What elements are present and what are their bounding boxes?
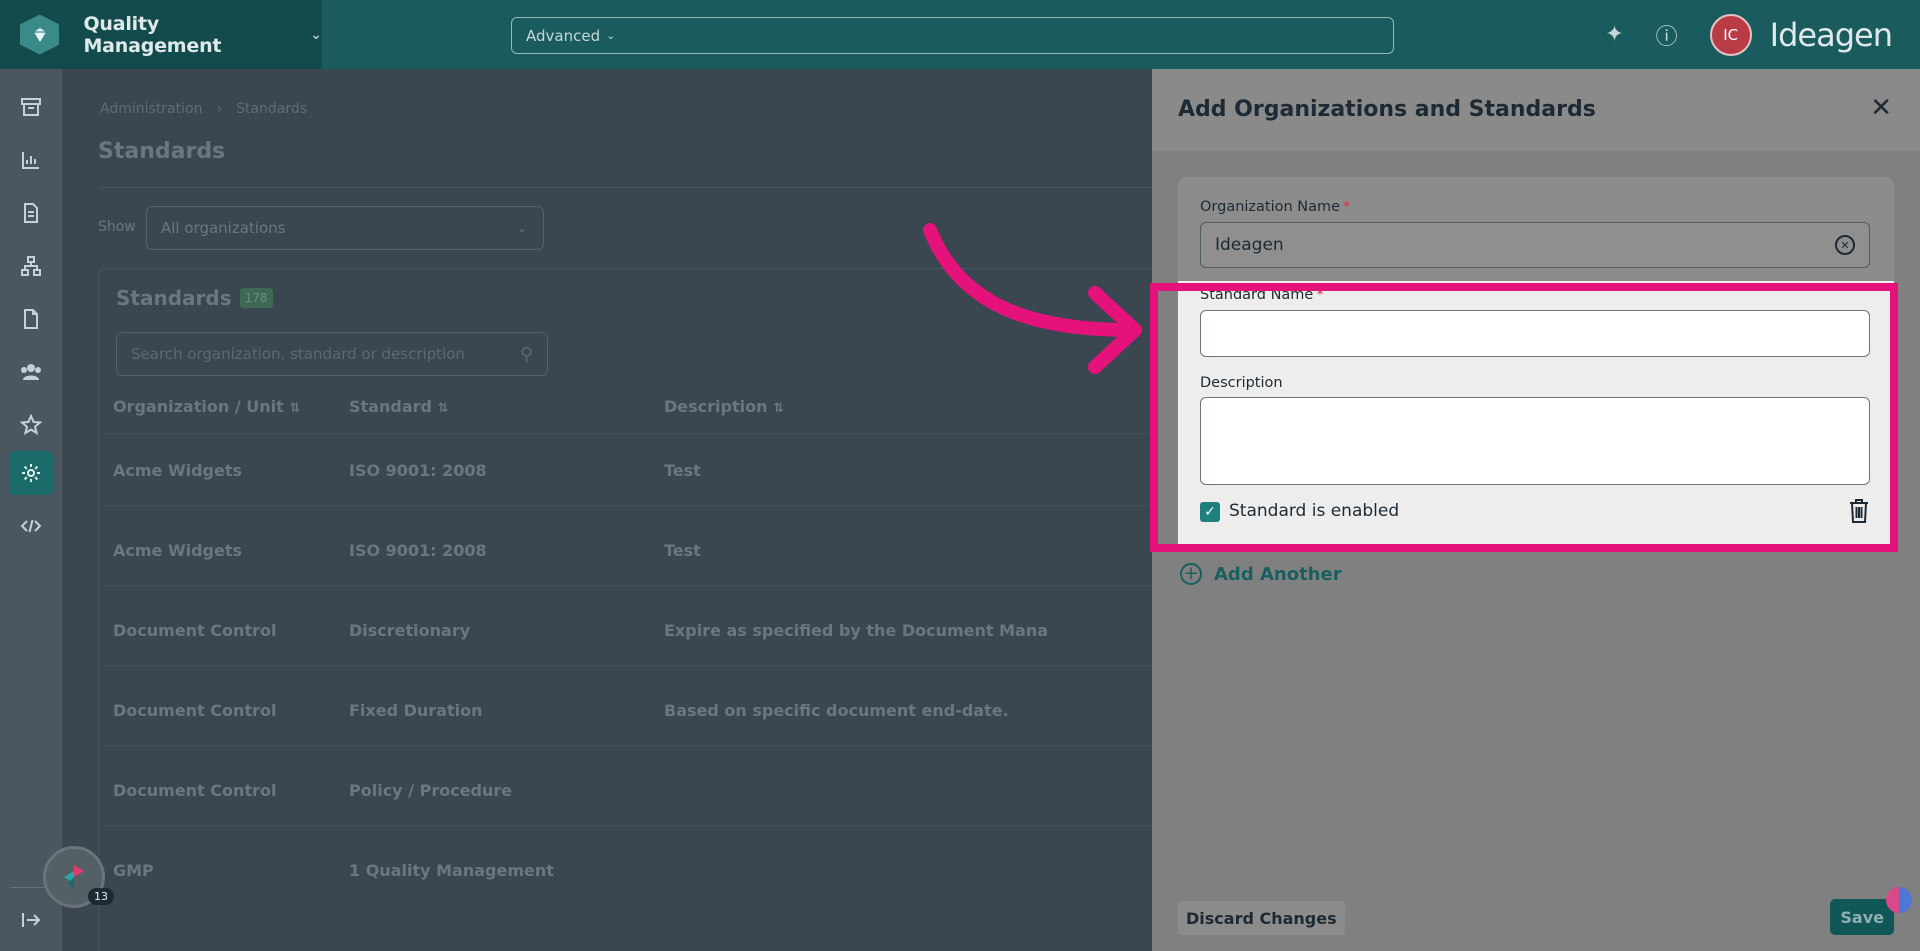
main-content: Administration › Standards Standards Show … <box>62 69 1159 951</box>
table-cell: Document Control <box>113 701 277 720</box>
discard-changes-button[interactable]: Discard Changes <box>1178 901 1345 935</box>
chevron-down-icon: ⌄ <box>606 29 616 42</box>
column-header-description[interactable]: Description ⇅ <box>664 397 784 416</box>
people-icon[interactable] <box>9 350 53 394</box>
file-icon[interactable] <box>9 297 53 341</box>
table-cell: Policy / Procedure <box>349 781 513 800</box>
expand-arrow-icon[interactable] <box>9 898 53 942</box>
count-badge: 178 <box>239 288 273 308</box>
table-cell: Document Control <box>113 781 277 800</box>
panel-title: Add Organizations and Standards <box>1178 97 1596 122</box>
table-cell: Discretionary <box>349 621 471 640</box>
divider <box>99 665 1159 666</box>
annotation-arrow-icon <box>923 223 1142 374</box>
divider <box>99 433 1159 434</box>
column-header-standard[interactable]: Standard ⇅ <box>349 397 448 416</box>
global-search-input[interactable]: Advanced ⌄ <box>511 17 1394 54</box>
organization-filter-select[interactable]: All organizations ⌄ <box>146 206 544 250</box>
ideagen-logo: Ideagen <box>1769 15 1893 54</box>
document-icon[interactable] <box>9 191 53 235</box>
table-cell: Acme Widgets <box>113 541 243 560</box>
highlight-box <box>1150 283 1898 552</box>
breadcrumb-item: Standards <box>236 101 308 117</box>
close-icon[interactable]: ✕ <box>1870 93 1892 123</box>
breadcrumb-item[interactable]: Administration <box>100 101 202 117</box>
archive-icon[interactable] <box>9 85 53 129</box>
panel-header: Add Organizations and Standards ✕ <box>1152 69 1920 151</box>
search-icon: ⚲ <box>519 343 533 365</box>
code-icon[interactable] <box>9 504 53 548</box>
hierarchy-icon[interactable] <box>9 244 53 288</box>
clear-icon[interactable]: ✕ <box>1835 235 1855 255</box>
divider <box>99 585 1159 586</box>
save-button[interactable]: Save <box>1830 899 1894 935</box>
assistant-brain-icon[interactable] <box>1886 887 1912 913</box>
table-cell: Based on specific document end-date. <box>664 701 1009 720</box>
add-another-label: Add Another <box>1214 563 1342 585</box>
divider <box>99 745 1159 746</box>
table-cell: ISO 9001: 2008 <box>349 461 487 480</box>
product-name: Quality Management <box>83 12 222 57</box>
sparkle-icon[interactable]: ✦ <box>1605 22 1623 47</box>
divider <box>98 187 1158 188</box>
add-another-button[interactable]: + Add Another <box>1180 563 1342 585</box>
table-cell: GMP <box>113 861 154 880</box>
sort-icon: ⇅ <box>289 401 301 416</box>
table-cell: 1 Quality Management <box>349 861 554 880</box>
launcher-logo-icon <box>64 865 84 889</box>
chart-icon[interactable] <box>9 138 53 182</box>
avatar[interactable]: IC <box>1709 13 1752 56</box>
search-mode-dropdown[interactable]: Advanced <box>526 27 600 45</box>
organization-filter-value: All organizations <box>161 219 286 237</box>
page-title: Standards <box>98 139 226 164</box>
table-cell: Expire as specified by the Document Mana <box>664 621 1049 640</box>
plus-circle-icon: + <box>1180 563 1202 585</box>
sort-icon: ⇅ <box>773 401 784 416</box>
table-cell: Fixed Duration <box>349 701 483 720</box>
breadcrumb: Administration › Standards <box>100 101 307 117</box>
sidebar <box>0 69 62 951</box>
card-title: Standards 178 <box>116 286 273 310</box>
search-placeholder: Search organization, standard or descrip… <box>131 345 465 363</box>
help-icon[interactable]: ⓘ <box>1656 19 1678 51</box>
show-label: Show <box>98 219 136 235</box>
product-logo-icon <box>20 14 60 55</box>
table-cell: Test <box>664 541 701 560</box>
divider <box>99 505 1159 506</box>
table-cell: ISO 9001: 2008 <box>349 541 487 560</box>
card-title-text: Standards <box>116 286 232 310</box>
table-cell: Acme Widgets <box>113 461 243 480</box>
product-switcher[interactable]: Quality Management ⌄ <box>0 0 322 69</box>
table-cell: Document Control <box>113 621 277 640</box>
top-bar: Quality Management ⌄ Advanced ⌄ ✦ ⓘ IC I… <box>0 0 1920 69</box>
notification-count-badge: 13 <box>88 888 114 905</box>
chevron-right-icon: › <box>216 101 223 117</box>
column-header-organization[interactable]: Organization / Unit ⇅ <box>113 397 300 416</box>
organization-name-input[interactable]: Ideagen ✕ <box>1200 222 1870 268</box>
divider <box>99 825 1159 826</box>
organization-name-value: Ideagen <box>1215 235 1284 255</box>
star-icon[interactable] <box>9 403 53 447</box>
table-cell: Test <box>664 461 701 480</box>
gear-icon[interactable] <box>9 451 53 495</box>
organization-name-label: Organization Name * <box>1200 199 1351 215</box>
chevron-down-icon: ⌄ <box>310 26 322 43</box>
sort-icon: ⇅ <box>437 401 449 416</box>
standards-search-input[interactable]: Search organization, standard or descrip… <box>116 332 548 376</box>
chevron-down-icon: ⌄ <box>516 221 527 235</box>
